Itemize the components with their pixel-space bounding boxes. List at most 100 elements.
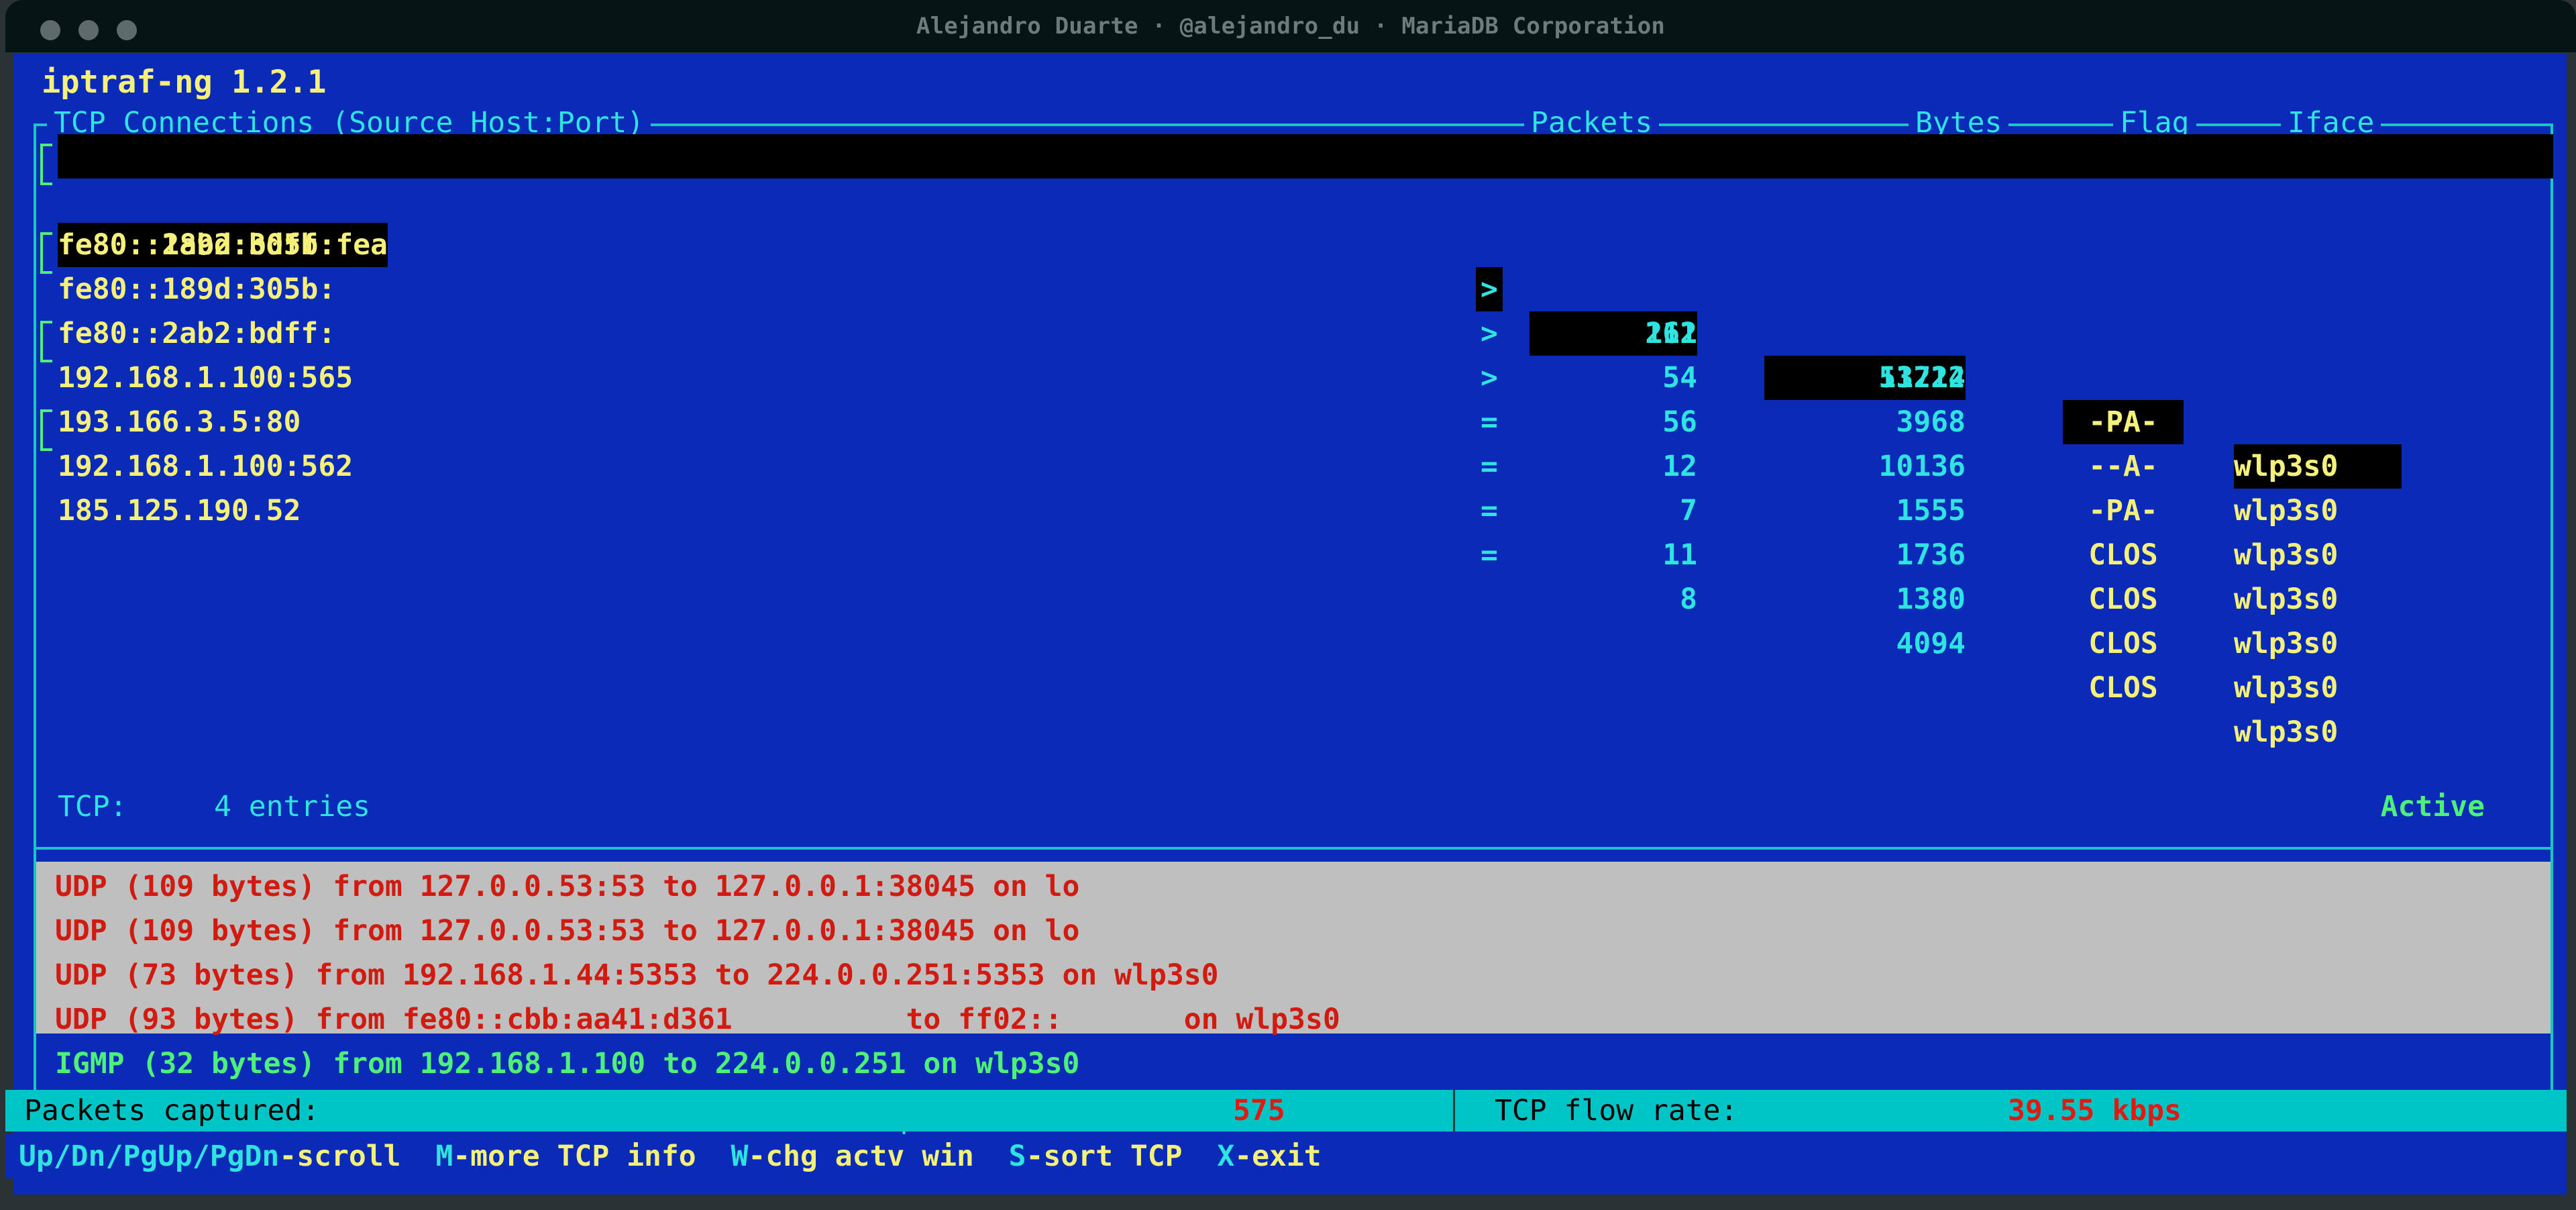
log-line: UDP (73 bytes) from 192.168.1.44:5353 to… (55, 958, 1219, 992)
key-hint-window-key[interactable]: W (731, 1140, 748, 1173)
key-hint-gap (974, 1140, 1009, 1173)
key-hints-bar: Up/Dn/PgUp/PgDn-scroll M-more TCP info W… (5, 1134, 2567, 1178)
tree-bracket-icon (40, 409, 52, 412)
row-flag: CLOS (2088, 627, 2158, 660)
tree-bracket-icon (40, 183, 52, 185)
row-bytes: 1380 (1896, 583, 1966, 616)
tcp-entries-count: TCP: 4 entries (51, 787, 377, 827)
row-iface: wlp3s0 (2234, 627, 2339, 660)
log-line: IGMP (32 bytes) from 192.168.1.100 to 22… (55, 1047, 1080, 1080)
row-direction: = (1481, 405, 1498, 439)
row-packets: 11 (1662, 538, 1697, 572)
tree-bracket-icon (40, 360, 52, 362)
statbar-divider (1453, 1090, 1455, 1131)
row-bytes: 4094 (1896, 627, 1966, 660)
statistics-bar: Packets captured: 575 TCP flow rate: 39.… (5, 1090, 2567, 1131)
tree-bracket-icon (40, 232, 52, 235)
key-hint-exit-key[interactable]: X (1217, 1140, 1234, 1173)
table-row[interactable]: 185.125.190.52 = 8 4094 CLOS wlp3s0 (13, 444, 2567, 749)
row-direction: > (1481, 361, 1498, 395)
window-title: Alejandro Duarte · @alejandro_du · Maria… (916, 13, 1666, 40)
key-hint-scroll-key[interactable]: Up/Dn/PgUp/PgDn (19, 1140, 279, 1173)
table-row[interactable]: 192.168.1.100:565 = 12 1555 CLOS wlp3s0 (13, 311, 2567, 616)
row-highlight (58, 134, 2553, 179)
table-row[interactable]: 193.166.3.5:80 = 7 1736 CLOS wlp3s0 (13, 356, 2567, 660)
row-host: fe80::2ab2:bdff: (58, 317, 336, 350)
row-host: fe80::189d:305b: (58, 272, 336, 306)
tree-bracket-icon (40, 321, 52, 323)
row-iface: wlp3s0 (2234, 715, 2339, 749)
key-hint-gap (1183, 1140, 1218, 1173)
row-iface: wlp3s0 (2234, 494, 2339, 527)
row-iface: wlp3s0 (2234, 671, 2339, 705)
tree-bracket-icon (40, 271, 52, 274)
app-title: iptraf-ng 1.2.1 (42, 64, 327, 101)
row-host: 193.166.3.5:80 (58, 405, 301, 439)
key-hint-sort-desc: -sort TCP (1026, 1140, 1183, 1173)
row-iface: wlp3s0 (2234, 450, 2339, 483)
status-badge-active: Active (2371, 787, 2494, 827)
table-row[interactable]: fe80::2ab2:bdff:fea > 211 53224 -PA- wlp… (13, 134, 2567, 489)
key-hint-gap (401, 1140, 436, 1173)
row-flag: -PA- (2088, 494, 2158, 527)
row-direction: = (1481, 538, 1498, 572)
tree-bracket-icon (40, 232, 43, 274)
key-hint-more-desc: -more TCP info (453, 1140, 696, 1173)
row-packets: 7 (1680, 494, 1697, 527)
key-hint-exit-desc: -exit (1234, 1140, 1322, 1173)
row-packets: 162 (1645, 317, 1697, 350)
row-flag: --A- (2088, 450, 2158, 483)
row-bytes: 3968 (1896, 405, 1966, 439)
key-hint-more-key[interactable]: M (435, 1140, 453, 1173)
table-row[interactable]: fe80::189d:305b: > 54 3968 --A- wlp3s0 (13, 223, 2567, 527)
row-host: fe80::189d:305b: (58, 228, 336, 262)
row-flag: CLOS (2088, 538, 2158, 572)
log-line: UDP (93 bytes) from fe80::cbb:aa41:d361 … (55, 1003, 1340, 1036)
table-row[interactable]: fe80::189d:305b: > 162 11712 --A- wlp3s0 (13, 179, 2567, 483)
row-direction: = (1481, 450, 1498, 483)
terminal-window: Alejandro Duarte · @alejandro_du · Maria… (0, 0, 2576, 1210)
row-flag: CLOS (2088, 583, 2158, 616)
packets-captured-label: Packets captured: (24, 1094, 320, 1127)
row-packets: 8 (1680, 583, 1697, 616)
minimize-button-icon[interactable] (78, 20, 99, 40)
tree-bracket-icon (40, 448, 52, 451)
row-flag: CLOS (2088, 671, 2158, 705)
tree-bracket-icon (40, 321, 43, 362)
row-bytes: 11712 (1878, 361, 1966, 395)
tree-bracket-icon (40, 144, 43, 185)
row-bytes: 1736 (1896, 538, 1966, 572)
row-bytes: 10136 (1878, 450, 1966, 483)
maximize-button-icon[interactable] (117, 20, 137, 40)
window-controls (40, 20, 137, 40)
row-direction: = (1481, 494, 1498, 527)
row-flag: --A- (2088, 405, 2158, 439)
tree-bracket-icon (40, 144, 52, 146)
row-host: 192.168.1.100:565 (58, 361, 354, 395)
row-packets: 56 (1662, 405, 1697, 439)
log-line: UDP (109 bytes) from 127.0.0.53:53 to 12… (55, 870, 1080, 903)
key-hint-gap (696, 1140, 731, 1173)
tree-bracket-icon (40, 409, 43, 451)
packets-captured-value: 575 (1233, 1094, 1285, 1127)
packet-log-panel[interactable]: UDP (109 bytes) from 127.0.0.53:53 to 12… (34, 847, 2553, 1102)
row-packets: 54 (1662, 361, 1697, 395)
close-button-icon[interactable] (40, 20, 60, 40)
tcp-flow-rate-value: 39.55 kbps (2008, 1094, 2182, 1127)
row-packets: 12 (1662, 450, 1697, 483)
table-row[interactable]: 192.168.1.100:562 = 11 1380 CLOS wlp3s0 (13, 400, 2567, 705)
terminal-content[interactable]: iptraf-ng 1.2.1 TCP Connections (Source … (13, 54, 2567, 1195)
table-row[interactable]: fe80::2ab2:bdff: > 56 10136 -PA- wlp3s0 (13, 267, 2567, 572)
row-bytes: 1555 (1896, 494, 1966, 527)
row-host: 192.168.1.100:562 (58, 450, 354, 483)
tcp-flow-rate-label: TCP flow rate: (1495, 1094, 1738, 1127)
row-direction: > (1481, 317, 1498, 350)
log-line: UDP (109 bytes) from 127.0.0.53:53 to 12… (55, 914, 1080, 948)
row-iface: wlp3s0 (2234, 538, 2339, 572)
row-direction: > (1481, 272, 1498, 306)
key-hint-scroll-desc: -scroll (279, 1140, 401, 1173)
key-hint-window-desc: -chg actv win (748, 1140, 974, 1173)
row-iface: wlp3s0 (2234, 583, 2339, 616)
window-titlebar: Alejandro Duarte · @alejandro_du · Maria… (5, 0, 2576, 52)
key-hint-sort-key[interactable]: S (1009, 1140, 1026, 1173)
